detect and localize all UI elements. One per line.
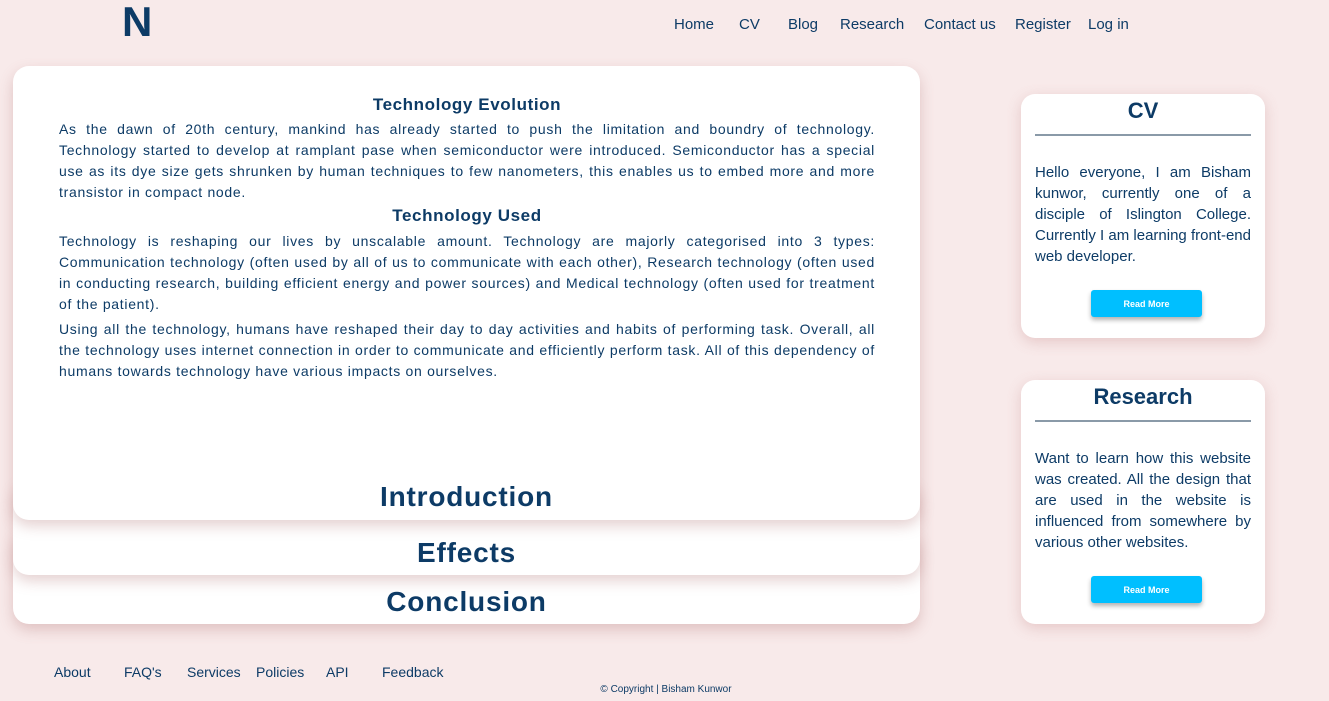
paragraph: Technology is reshaping our lives by uns… — [59, 233, 875, 312]
nav-home[interactable]: Home — [674, 16, 714, 33]
introduction-title: Introduction — [380, 481, 553, 512]
nav-research[interactable]: Research — [840, 16, 904, 33]
nav-cv[interactable]: CV — [739, 16, 760, 33]
research-sidebar-card: Research Want to learn how this website … — [1021, 380, 1265, 624]
divider — [1035, 134, 1251, 136]
site-logo[interactable]: N — [122, 0, 152, 46]
research-card-title: Research — [1093, 384, 1193, 409]
page: N Home CV Blog Research Contact us Regis… — [0, 0, 1329, 701]
introduction-content: Technology Evolution As the dawn of 20th… — [59, 95, 875, 382]
nav-log-in[interactable]: Log in — [1088, 16, 1129, 33]
cv-card-text: Hello everyone, I am Bisham kunwor, curr… — [1035, 164, 1251, 265]
copyright-text: © Copyright | Bisham Kunwor — [600, 684, 732, 695]
cv-read-more-button[interactable]: Read More — [1091, 290, 1202, 317]
footer-link-policies[interactable]: Policies — [256, 664, 304, 680]
divider — [1035, 420, 1251, 422]
nav-contact-us[interactable]: Contact us — [924, 16, 996, 33]
cv-sidebar-card: CV Hello everyone, I am Bisham kunwor, c… — [1021, 94, 1265, 338]
effects-title: Effects — [417, 537, 516, 568]
footer-link-api[interactable]: API — [326, 664, 349, 680]
cv-card-title: CV — [1127, 98, 1159, 123]
footer-link-faqs[interactable]: FAQ's — [124, 664, 162, 680]
section-heading: Technology Evolution — [372, 95, 562, 114]
introduction-card[interactable]: Technology Evolution As the dawn of 20th… — [13, 66, 920, 520]
footer-link-about[interactable]: About — [54, 664, 91, 680]
nav-register[interactable]: Register — [1015, 16, 1071, 33]
footer-link-services[interactable]: Services — [187, 664, 241, 680]
conclusion-title: Conclusion — [386, 586, 547, 617]
paragraph: Using all the technology, humans have re… — [59, 321, 875, 379]
paragraph: As the dawn of 20th century, mankind has… — [59, 121, 875, 200]
footer-link-feedback[interactable]: Feedback — [382, 664, 443, 680]
section-heading: Technology Used — [392, 206, 542, 225]
nav-blog[interactable]: Blog — [788, 16, 818, 33]
research-card-text: Want to learn how this website was creat… — [1035, 450, 1251, 551]
research-read-more-button[interactable]: Read More — [1091, 576, 1202, 603]
